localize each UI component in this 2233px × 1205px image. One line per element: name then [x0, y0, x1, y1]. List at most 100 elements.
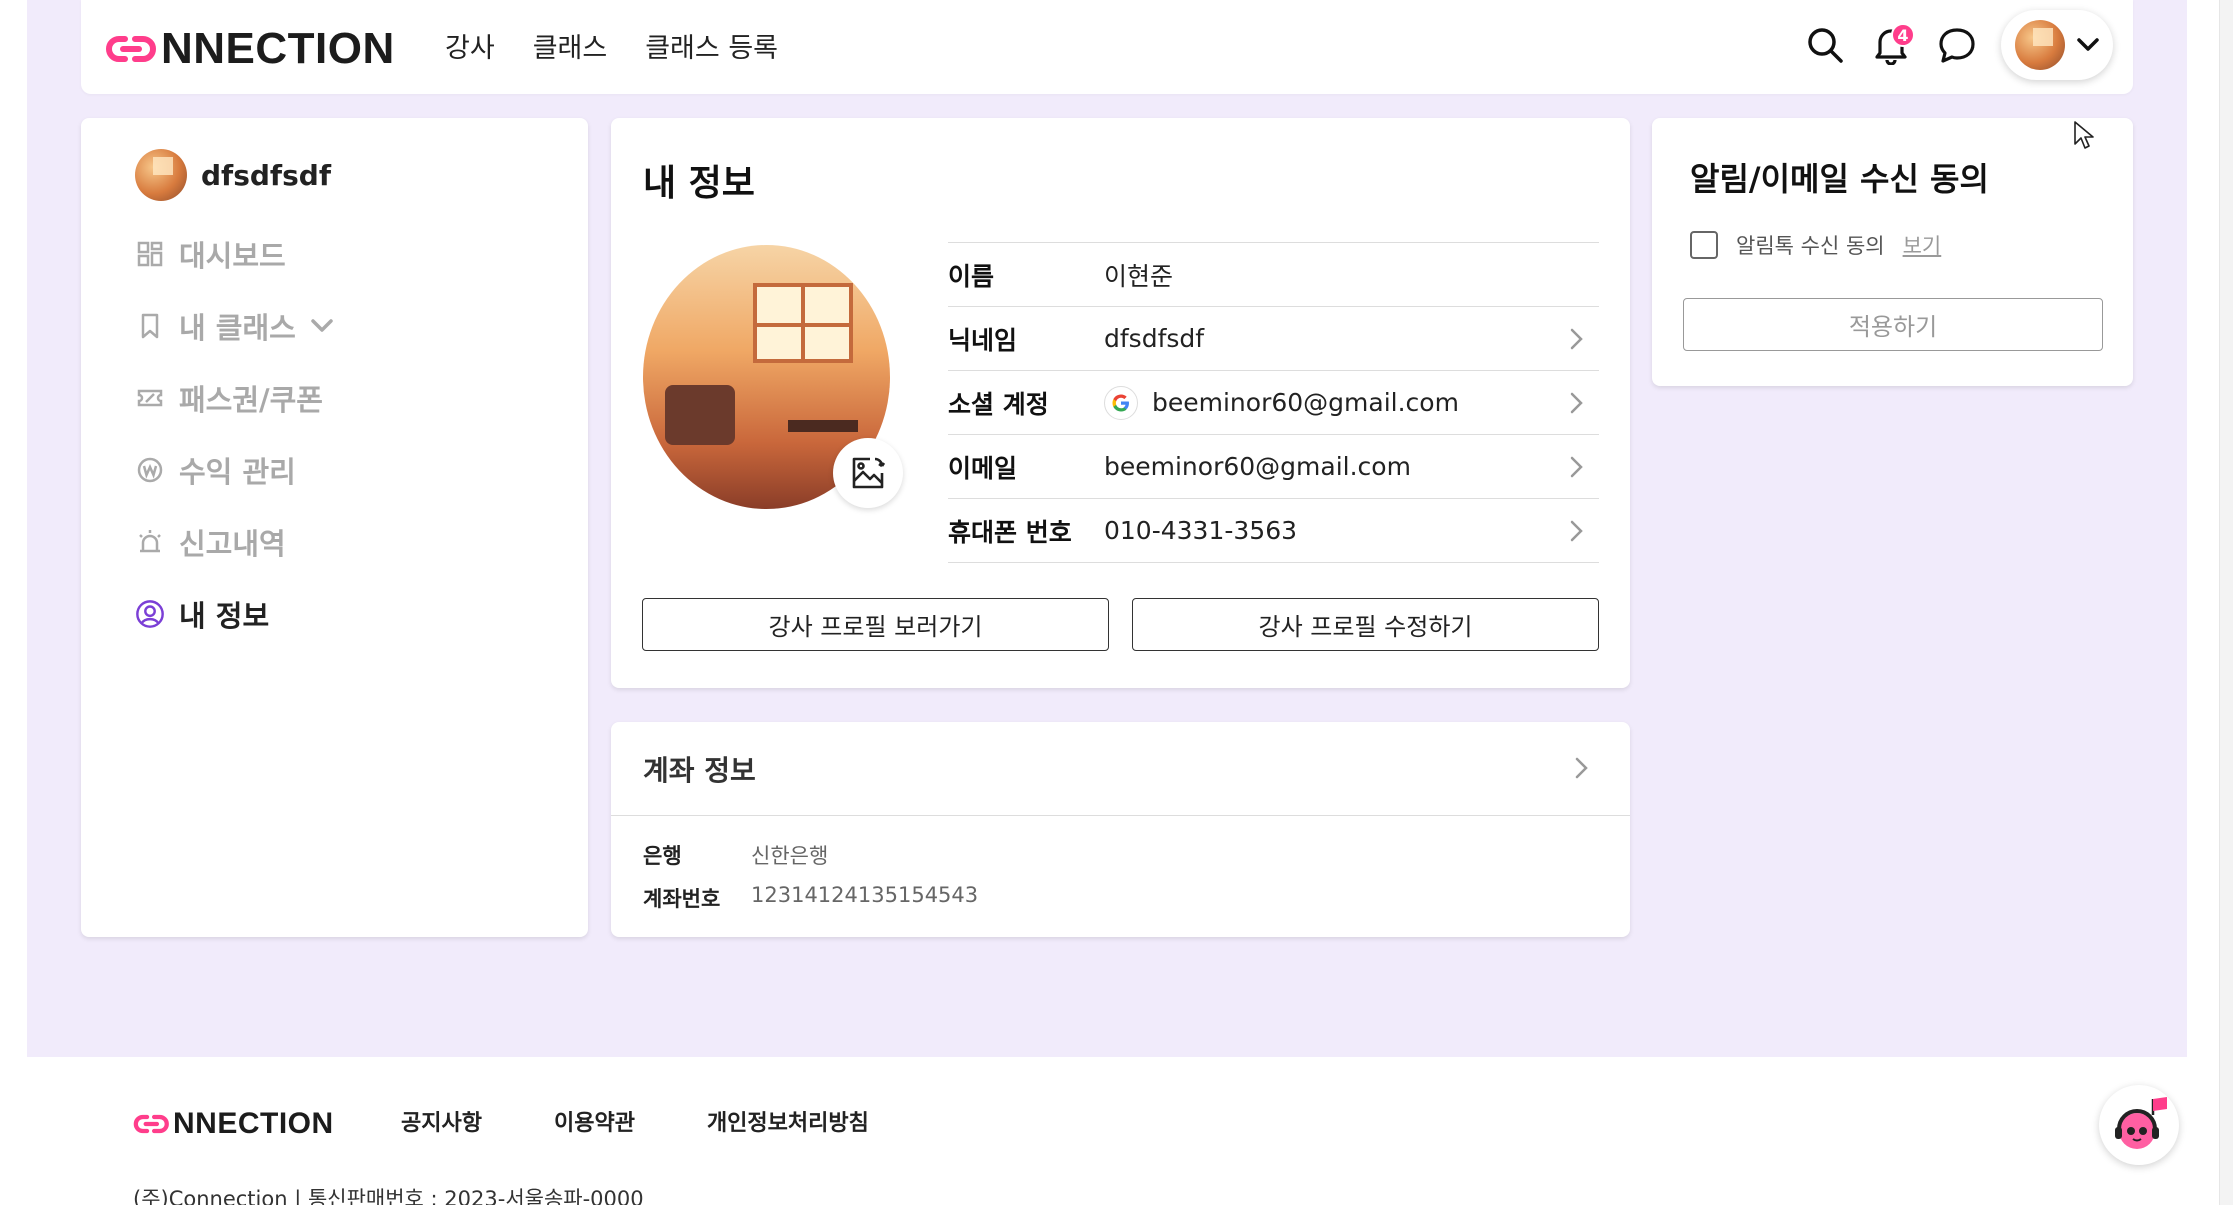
search-icon	[1808, 28, 1843, 63]
account-header[interactable]: 계좌 정보	[611, 722, 1630, 816]
my-info-card: 내 정보 이름 이현준 닉네임 dfsdfsdf 소셜 계정 beeminor6…	[611, 118, 1630, 688]
notification-badge: 4	[1891, 23, 1915, 47]
nav-item-class-register[interactable]: 클래스 등록	[645, 26, 778, 65]
info-value-social: beeminor60@gmail.com	[1104, 385, 1459, 420]
footer-logo-text: NNECTION	[173, 1107, 334, 1140]
nav-item-instructors[interactable]: 강사	[445, 26, 495, 65]
sidebar-menu: 대시보드 내 클래스 패스권/쿠폰 수익 관리 신고내역 내 정보	[135, 236, 334, 668]
info-value: beeminor60@gmail.com	[1104, 452, 1411, 481]
logo-link-icon	[133, 1114, 169, 1134]
sidebar-item-dashboard[interactable]: 대시보드	[135, 236, 334, 273]
info-value: 010-4331-3563	[1104, 516, 1298, 545]
bank-label: 은행	[643, 844, 682, 868]
footer: NNECTION 공지사항 이용약관 개인정보처리방침 (주)Connectio…	[27, 1057, 2187, 1205]
bookmark-icon	[135, 311, 165, 341]
chevron-right-icon[interactable]	[1574, 756, 1590, 780]
account-bank-row: 은행 신한은행	[643, 840, 828, 870]
chat-icon	[1939, 28, 1975, 63]
siren-icon	[135, 527, 165, 557]
logo[interactable]: NNECTION	[105, 24, 395, 74]
footer-link-notice[interactable]: 공지사항	[401, 1105, 482, 1137]
footer-company-info: (주)Connection | 통신판매번호 : 2023-서울송파-0000	[133, 1187, 644, 1205]
chevron-right-icon[interactable]	[1569, 455, 1585, 479]
sidebar-username: dfsdfsdf	[201, 158, 332, 192]
logo-link-icon	[106, 36, 156, 62]
alimtalk-consent-checkbox[interactable]	[1690, 231, 1718, 259]
page-title: 내 정보	[643, 163, 755, 204]
google-icon	[1104, 385, 1138, 420]
info-row-email[interactable]: 이메일 beeminor60@gmail.com	[948, 435, 1599, 499]
account-number-label: 계좌번호	[643, 887, 721, 911]
sidebar-item-my-info[interactable]: 내 정보	[135, 596, 334, 633]
info-label: 휴대폰 번호	[948, 517, 1072, 547]
consent-card: 알림/이메일 수신 동의 알림톡 수신 동의 보기 적용하기	[1652, 118, 2133, 386]
main-nav: 강사 클래스 클래스 등록	[445, 26, 778, 65]
won-icon	[135, 455, 165, 485]
info-row-name: 이름 이현준	[948, 243, 1599, 307]
edit-instructor-profile-button[interactable]: 강사 프로필 수정하기	[1132, 598, 1599, 651]
chevron-down-icon	[311, 319, 333, 332]
info-label: 소셜 계정	[948, 389, 1049, 419]
bank-value: 신한은행	[751, 844, 829, 868]
footer-link-terms[interactable]: 이용약관	[554, 1105, 635, 1137]
footer-link-privacy[interactable]: 개인정보처리방침	[707, 1105, 869, 1137]
chevron-right-icon[interactable]	[1569, 391, 1585, 415]
chevron-right-icon[interactable]	[1569, 327, 1585, 351]
view-instructor-profile-button[interactable]: 강사 프로필 보러가기	[642, 598, 1109, 651]
sidebar-user: dfsdfsdf	[135, 149, 331, 201]
image-edit-icon	[852, 457, 886, 489]
avatar	[135, 149, 187, 201]
info-row-nickname[interactable]: 닉네임 dfsdfsdf	[948, 307, 1599, 371]
account-title: 계좌 정보	[643, 753, 756, 787]
info-row-phone[interactable]: 휴대폰 번호 010-4331-3563	[948, 499, 1599, 563]
info-label: 이메일	[948, 453, 1018, 483]
sidebar-item-pass-coupon[interactable]: 패스권/쿠폰	[135, 380, 334, 417]
account-number-row: 계좌번호 12314124135154543	[643, 883, 978, 913]
sidebar-item-label: 내 정보	[179, 599, 270, 633]
chevron-right-icon[interactable]	[1569, 519, 1585, 543]
info-value: 이현준	[1104, 261, 1174, 291]
chatbot-button[interactable]	[2099, 1085, 2179, 1165]
sidebar-item-label: 내 클래스	[179, 311, 296, 345]
consent-view-link[interactable]: 보기	[1903, 230, 1942, 260]
social-email: beeminor60@gmail.com	[1152, 388, 1459, 417]
consent-row: 알림톡 수신 동의 보기	[1690, 230, 1941, 260]
footer-links: 공지사항 이용약관 개인정보처리방침	[401, 1105, 869, 1137]
consent-label: 알림톡 수신 동의	[1736, 234, 1885, 258]
chat-button[interactable]	[1935, 23, 1979, 67]
logo-text: NNECTION	[161, 24, 395, 73]
page-scrollbar[interactable]	[2219, 0, 2233, 1205]
header-actions: 4	[1803, 10, 2113, 80]
sidebar-item-my-classes[interactable]: 내 클래스	[135, 308, 334, 345]
search-button[interactable]	[1803, 23, 1847, 67]
mouse-cursor-icon	[2074, 121, 2094, 149]
info-row-social[interactable]: 소셜 계정 beeminor60@gmail.com	[948, 371, 1599, 435]
account-info-card: 계좌 정보 은행 신한은행 계좌번호 12314124135154543	[611, 722, 1630, 937]
sidebar-item-label: 신고내역	[179, 527, 286, 561]
sidebar-item-revenue[interactable]: 수익 관리	[135, 452, 334, 489]
sidebar-item-label: 수익 관리	[179, 455, 296, 489]
chatbot-mascot-icon	[2115, 1097, 2167, 1149]
consent-title: 알림/이메일 수신 동의	[1690, 160, 1989, 198]
info-label: 닉네임	[948, 325, 1018, 355]
ticket-icon	[135, 383, 165, 413]
top-header: NNECTION 강사 클래스 클래스 등록 4	[81, 0, 2133, 94]
sidebar-item-label: 패스권/쿠폰	[179, 383, 323, 417]
info-table: 이름 이현준 닉네임 dfsdfsdf 소셜 계정 beeminor60@gma…	[948, 242, 1599, 563]
sidebar-item-reports[interactable]: 신고내역	[135, 524, 334, 561]
sidebar-item-label: 대시보드	[179, 239, 286, 273]
footer-logo[interactable]: NNECTION	[133, 1107, 334, 1141]
user-circle-icon	[135, 599, 165, 629]
account-number-value: 12314124135154543	[751, 883, 979, 907]
chevron-down-icon	[2077, 38, 2099, 51]
nav-item-classes[interactable]: 클래스	[533, 26, 608, 65]
notification-button[interactable]: 4	[1869, 23, 1915, 67]
dashboard-icon	[135, 239, 165, 269]
info-label: 이름	[948, 261, 995, 291]
sidebar: dfsdfsdf 대시보드 내 클래스 패스권/쿠폰 수익 관리 신고내역 내 …	[81, 118, 588, 937]
change-photo-button[interactable]	[833, 438, 903, 508]
apply-button[interactable]: 적용하기	[1683, 298, 2103, 351]
avatar	[2015, 20, 2065, 70]
info-value: dfsdfsdf	[1104, 324, 1205, 353]
profile-menu-button[interactable]	[2001, 10, 2113, 80]
